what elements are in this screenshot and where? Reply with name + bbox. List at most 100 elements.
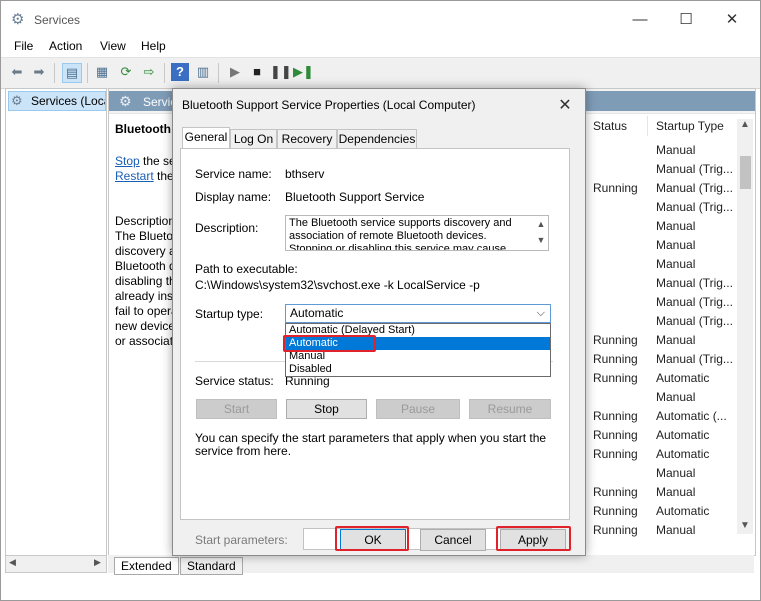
toolbar: ⬅ ➡ ▤ ▦ ⟳ ⇨ ? ▥ ▶ ■ ❚❚ ▶❚	[1, 57, 760, 89]
action-pane-icon[interactable]: ▥	[194, 63, 212, 81]
row-status[interactable]: Running	[593, 371, 638, 385]
toolbar-separator	[54, 63, 55, 83]
cancel-button[interactable]: Cancel	[420, 529, 486, 551]
restart-service-icon[interactable]: ▶❚	[293, 63, 314, 81]
menu-view[interactable]: View	[100, 39, 126, 53]
tree-horizontal-scrollbar[interactable]: ◀ ▶	[5, 555, 107, 573]
start-service-icon[interactable]: ▶	[226, 63, 244, 81]
startup-type-label: Startup type:	[195, 307, 264, 321]
help-icon[interactable]: ?	[171, 63, 189, 81]
stop-service-icon[interactable]: ■	[248, 63, 266, 81]
tab-general[interactable]: General	[182, 127, 230, 149]
row-startup-type[interactable]: Automatic (...	[656, 409, 727, 423]
row-startup-type[interactable]: Manual	[656, 485, 695, 499]
properties-dialog: Bluetooth Support Service Properties (Lo…	[172, 88, 586, 556]
row-startup-type[interactable]: Manual (Trig...	[656, 276, 733, 290]
row-startup-type[interactable]: Manual	[656, 238, 695, 252]
row-startup-type[interactable]: Automatic	[656, 428, 709, 442]
tab-recovery[interactable]: Recovery	[277, 129, 337, 148]
row-startup-type[interactable]: Manual (Trig...	[656, 181, 733, 195]
tab-dependencies[interactable]: Dependencies	[337, 129, 417, 148]
tab-log-on[interactable]: Log On	[230, 129, 277, 148]
back-arrow-icon[interactable]: ⬅	[8, 63, 26, 81]
chevron-down-icon: ⌵	[536, 307, 545, 319]
pause-button[interactable]: Pause	[376, 399, 460, 419]
resume-button[interactable]: Resume	[469, 399, 551, 419]
export-list-icon[interactable]: ⇨	[140, 63, 158, 81]
startup-type-select[interactable]: Automatic ⌵	[285, 304, 551, 323]
highlight-apply-button	[496, 526, 571, 551]
tree-item-services-local[interactable]: ⚙ Services (Local)	[8, 91, 106, 111]
service-status-label: Service status:	[195, 374, 274, 388]
row-startup-type[interactable]: Automatic	[656, 504, 709, 518]
title-bar: ⚙ Services — ☐ ✕	[1, 1, 760, 38]
window-title: Services	[34, 13, 81, 27]
view-tabs: Extended Standard	[108, 555, 754, 575]
path-label: Path to executable:	[195, 262, 298, 276]
option-disabled[interactable]: Disabled	[286, 363, 550, 376]
row-startup-type[interactable]: Manual	[656, 219, 695, 233]
menu-help[interactable]: Help	[141, 39, 166, 53]
row-startup-type[interactable]: Manual	[656, 466, 695, 480]
service-name-value: bthserv	[285, 167, 325, 181]
description-scrollbar[interactable]: ▲ ▼	[534, 216, 548, 250]
scroll-down-icon[interactable]: ▼	[740, 520, 750, 531]
scroll-right-icon[interactable]: ▶	[94, 557, 101, 568]
services-gear-icon: ⚙	[119, 93, 132, 109]
row-startup-type[interactable]: Automatic	[656, 371, 709, 385]
row-startup-type[interactable]: Manual (Trig...	[656, 295, 733, 309]
row-status[interactable]: Running	[593, 523, 638, 537]
row-status[interactable]: Running	[593, 447, 638, 461]
start-parameters-hint: You can specify the start parameters tha…	[195, 431, 547, 458]
minimize-button[interactable]: —	[629, 9, 651, 31]
row-startup-type[interactable]: Manual (Trig...	[656, 314, 733, 328]
forward-arrow-icon[interactable]: ➡	[30, 63, 48, 81]
row-status[interactable]: Running	[593, 485, 638, 499]
properties-list-icon[interactable]: ▦	[93, 63, 111, 81]
stop-button[interactable]: Stop	[286, 399, 367, 419]
restart-link[interactable]: Restart	[115, 169, 154, 183]
row-startup-type[interactable]: Manual	[656, 523, 695, 537]
row-startup-type[interactable]: Manual (Trig...	[656, 200, 733, 214]
scroll-up-icon[interactable]: ▲	[534, 216, 548, 232]
row-startup-type[interactable]: Manual	[656, 257, 695, 271]
description-textbox[interactable]: The Bluetooth service supports discovery…	[285, 215, 549, 251]
row-startup-type[interactable]: Manual	[656, 143, 695, 157]
scroll-up-icon[interactable]: ▲	[740, 119, 750, 130]
path-value: C:\Windows\system32\svchost.exe -k Local…	[195, 278, 480, 292]
pause-service-icon[interactable]: ❚❚	[270, 63, 292, 81]
row-startup-type[interactable]: Manual	[656, 390, 695, 404]
show-hide-console-tree-icon[interactable]: ▤	[62, 63, 82, 83]
row-startup-type[interactable]: Manual (Trig...	[656, 352, 733, 366]
row-startup-type[interactable]: Automatic	[656, 447, 709, 461]
column-header-startup-type[interactable]: Startup Type	[656, 119, 724, 133]
toolbar-separator	[218, 63, 219, 83]
scroll-left-icon[interactable]: ◀	[9, 557, 16, 568]
row-status[interactable]: Running	[593, 409, 638, 423]
row-status[interactable]: Running	[593, 333, 638, 347]
menu-file[interactable]: File	[14, 39, 33, 53]
maximize-button[interactable]: ☐	[675, 9, 697, 31]
close-button[interactable]: ✕	[721, 9, 743, 31]
description-text: The Bluetooth service supports discovery…	[289, 217, 512, 251]
console-tree: ⚙ Services (Local)	[5, 88, 107, 556]
menu-action[interactable]: Action	[49, 39, 82, 53]
row-status[interactable]: Running	[593, 504, 638, 518]
row-status[interactable]: Running	[593, 352, 638, 366]
tab-standard[interactable]: Standard	[180, 557, 243, 575]
row-status[interactable]: Running	[593, 428, 638, 442]
description-label: Description:	[195, 221, 259, 235]
dialog-close-icon[interactable]: ✕	[554, 95, 576, 117]
scrollbar-thumb[interactable]	[740, 156, 751, 189]
row-startup-type[interactable]: Manual	[656, 333, 695, 347]
column-header-status[interactable]: Status	[593, 119, 627, 133]
row-startup-type[interactable]: Manual (Trig...	[656, 162, 733, 176]
stop-link[interactable]: Stop	[115, 154, 140, 168]
refresh-icon[interactable]: ⟳	[117, 63, 135, 81]
row-status[interactable]: Running	[593, 181, 638, 195]
scroll-down-icon[interactable]: ▼	[534, 232, 548, 248]
menu-bar: File Action View Help	[1, 38, 760, 57]
start-button[interactable]: Start	[196, 399, 277, 419]
tab-extended[interactable]: Extended	[114, 557, 179, 575]
service-name-label: Service name:	[195, 167, 272, 181]
